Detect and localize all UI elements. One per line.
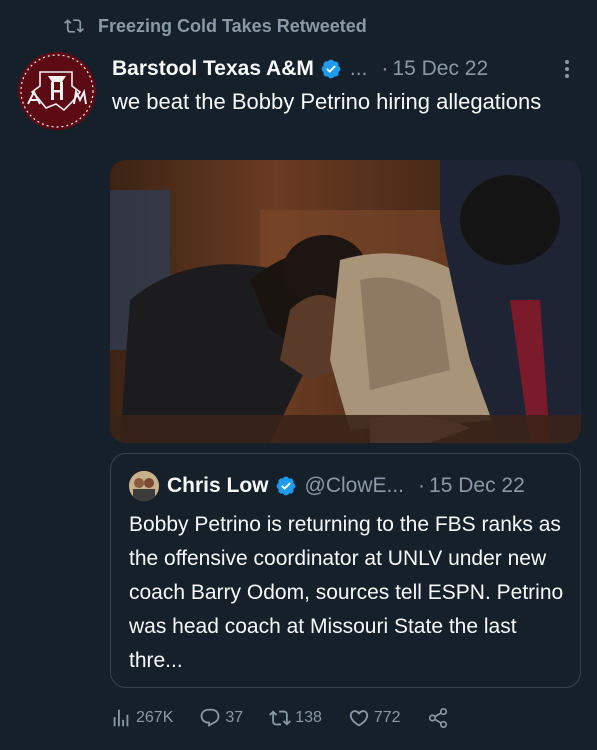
date-separator: · (381, 57, 389, 80)
views-count: 267K (136, 709, 174, 726)
like-button[interactable]: 772 (348, 707, 401, 729)
tweet-date[interactable]: 15 Dec 22 (392, 57, 488, 81)
verified-badge-icon (321, 59, 341, 79)
quote-author-name[interactable]: Chris Low (167, 474, 269, 498)
retweet-button[interactable]: 138 (269, 707, 322, 729)
heart-icon (349, 710, 369, 727)
quote-header: Chris Low @ClowE... · 15 Dec 22 (129, 470, 566, 502)
like-count: 772 (373, 709, 401, 726)
views-button[interactable]: 267K (110, 707, 173, 729)
tweet-text: we beat the Bobby Petrino hiring allegat… (112, 89, 542, 114)
author-avatar[interactable] (18, 52, 96, 130)
retweet-icon (64, 19, 84, 33)
author-name[interactable]: Barstool Texas A&M (112, 57, 314, 81)
retweet-icon (269, 710, 292, 726)
quote-text: Bobby Petrino is returning to the FBS ra… (129, 513, 564, 672)
quoted-tweet[interactable]: Chris Low @ClowE... · 15 Dec 22 Bobby Pe… (110, 453, 581, 688)
tweet-actions: 267K 37 138 772 (110, 702, 479, 734)
retweet-indicator: Freezing Cold Takes Retweeted (64, 14, 367, 38)
quote-date[interactable]: 15 Dec 22 (429, 474, 525, 498)
share-icon (428, 708, 447, 728)
tweet-media-image[interactable] (110, 160, 581, 443)
date-separator: · (418, 474, 426, 497)
quote-author-avatar[interactable] (129, 471, 159, 501)
analytics-icon (113, 709, 129, 727)
tweet-header: Barstool Texas A&M ... · 15 Dec 22 (112, 54, 577, 84)
reply-count: 37 (225, 709, 244, 726)
author-handle[interactable]: ... (350, 57, 368, 81)
quote-author-handle[interactable]: @ClowE... (305, 474, 405, 498)
reply-icon (200, 708, 220, 727)
retweet-count: 138 (295, 709, 322, 726)
retweet-label: Freezing Cold Takes Retweeted (98, 15, 367, 36)
verified-badge-icon (276, 476, 295, 496)
share-button[interactable] (427, 707, 453, 729)
more-options-icon[interactable] (557, 54, 577, 84)
reply-button[interactable]: 37 (199, 707, 243, 729)
